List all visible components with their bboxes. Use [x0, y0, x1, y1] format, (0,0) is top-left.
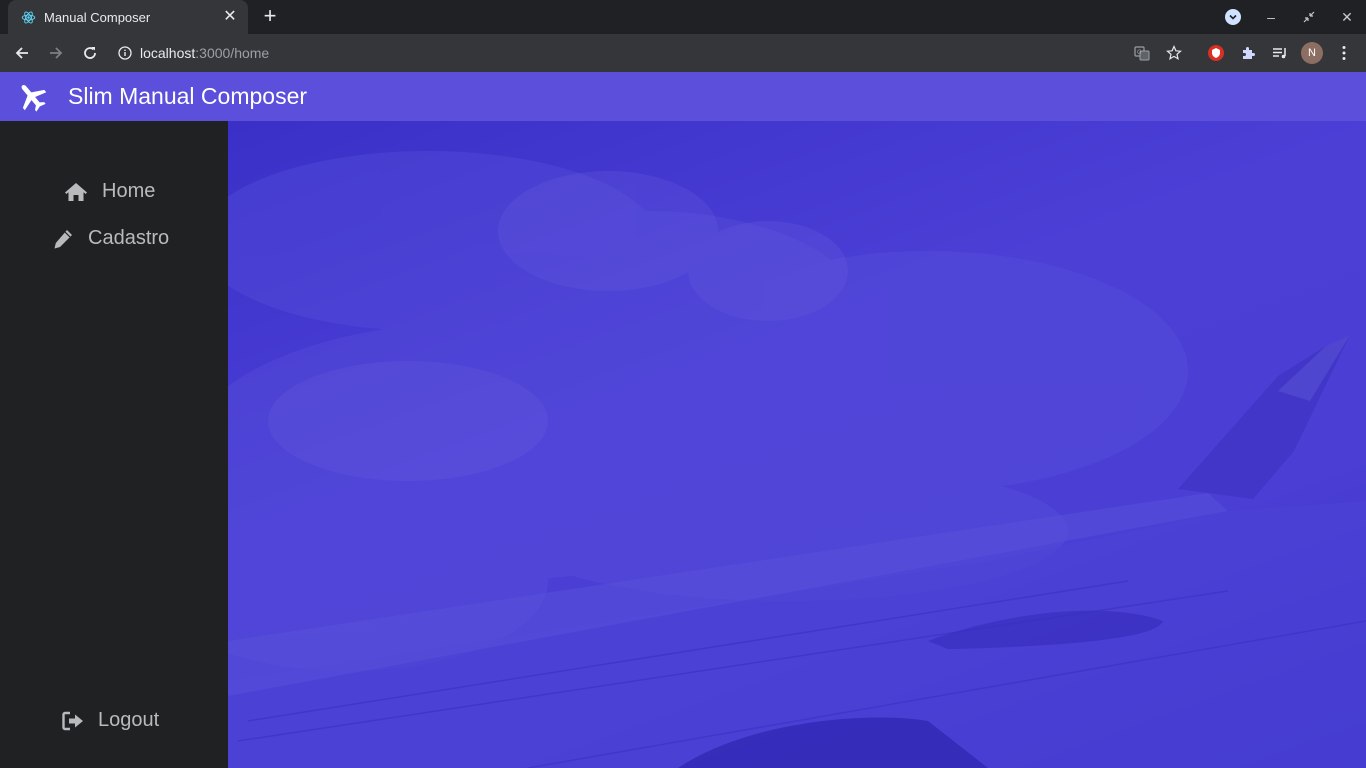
reload-button[interactable]: [74, 37, 106, 69]
react-favicon-icon: [20, 9, 36, 25]
browser-toolbar: localhost:3000/home G N: [0, 34, 1366, 72]
pencil-icon: [54, 229, 72, 248]
reload-icon: [84, 47, 96, 59]
avatar: N: [1301, 42, 1323, 64]
translate-button[interactable]: G: [1126, 37, 1158, 69]
toolbar-actions: G N: [1126, 34, 1360, 72]
url-path: :3000/home: [195, 45, 270, 61]
arrow-right-icon: [50, 47, 63, 59]
close-tab-icon[interactable]: ✕: [222, 9, 238, 25]
media-controls-button[interactable]: [1264, 37, 1296, 69]
home-icon: [65, 182, 87, 201]
minimize-button[interactable]: –: [1252, 0, 1290, 34]
puzzle-icon: [1243, 47, 1255, 59]
url-host: localhost: [140, 45, 196, 61]
browser-tabstrip: Manual Composer ✕ + – ✕: [0, 0, 1366, 34]
playlist-icon: [1273, 48, 1286, 59]
sign-out-icon: [62, 711, 83, 730]
chevron-down-icon: [1225, 9, 1241, 25]
main-content-background: [228, 121, 1366, 768]
app-header: Slim Manual Composer: [0, 72, 1366, 121]
star-icon: [1166, 45, 1182, 61]
logout-button[interactable]: Logout: [62, 709, 159, 732]
shield-icon: [1208, 45, 1224, 61]
info-icon[interactable]: [118, 46, 132, 60]
close-window-button[interactable]: ✕: [1328, 0, 1366, 34]
new-tab-button[interactable]: +: [258, 5, 282, 29]
sidebar: Home Cadastro Logout: [0, 121, 228, 768]
airplane-icon: [21, 84, 47, 112]
forward-button[interactable]: [40, 37, 72, 69]
profile-avatar-button[interactable]: N: [1296, 37, 1328, 69]
bookmark-button[interactable]: [1158, 37, 1190, 69]
kebab-menu-icon: [1342, 46, 1346, 60]
extensions-button[interactable]: [1232, 37, 1264, 69]
browser-tab[interactable]: Manual Composer ✕: [8, 0, 248, 34]
sidebar-item-home[interactable]: Home: [64, 180, 155, 203]
app-title: Slim Manual Composer: [68, 83, 308, 109]
address-bar[interactable]: localhost:3000/home: [108, 38, 1118, 68]
restore-button[interactable]: [1290, 0, 1328, 34]
restore-icon: [1303, 11, 1315, 23]
sidebar-item-cadastro[interactable]: Cadastro: [52, 227, 169, 250]
back-button[interactable]: [6, 37, 38, 69]
profile-menu-button[interactable]: [1214, 0, 1252, 34]
window-controls: – ✕: [1214, 0, 1366, 34]
airplane-wing-background-image: [228, 151, 1366, 768]
sidebar-item-label: Cadastro: [88, 227, 170, 249]
svg-text:G: G: [1137, 49, 1142, 56]
logout-label: Logout: [98, 709, 160, 731]
extension-shield-button[interactable]: [1200, 37, 1232, 69]
tab-title: Manual Composer: [44, 9, 151, 25]
arrow-left-icon: [15, 47, 28, 59]
browser-menu-button[interactable]: [1328, 37, 1360, 69]
sidebar-item-label: Home: [102, 180, 156, 202]
translate-icon: G: [1134, 46, 1150, 61]
